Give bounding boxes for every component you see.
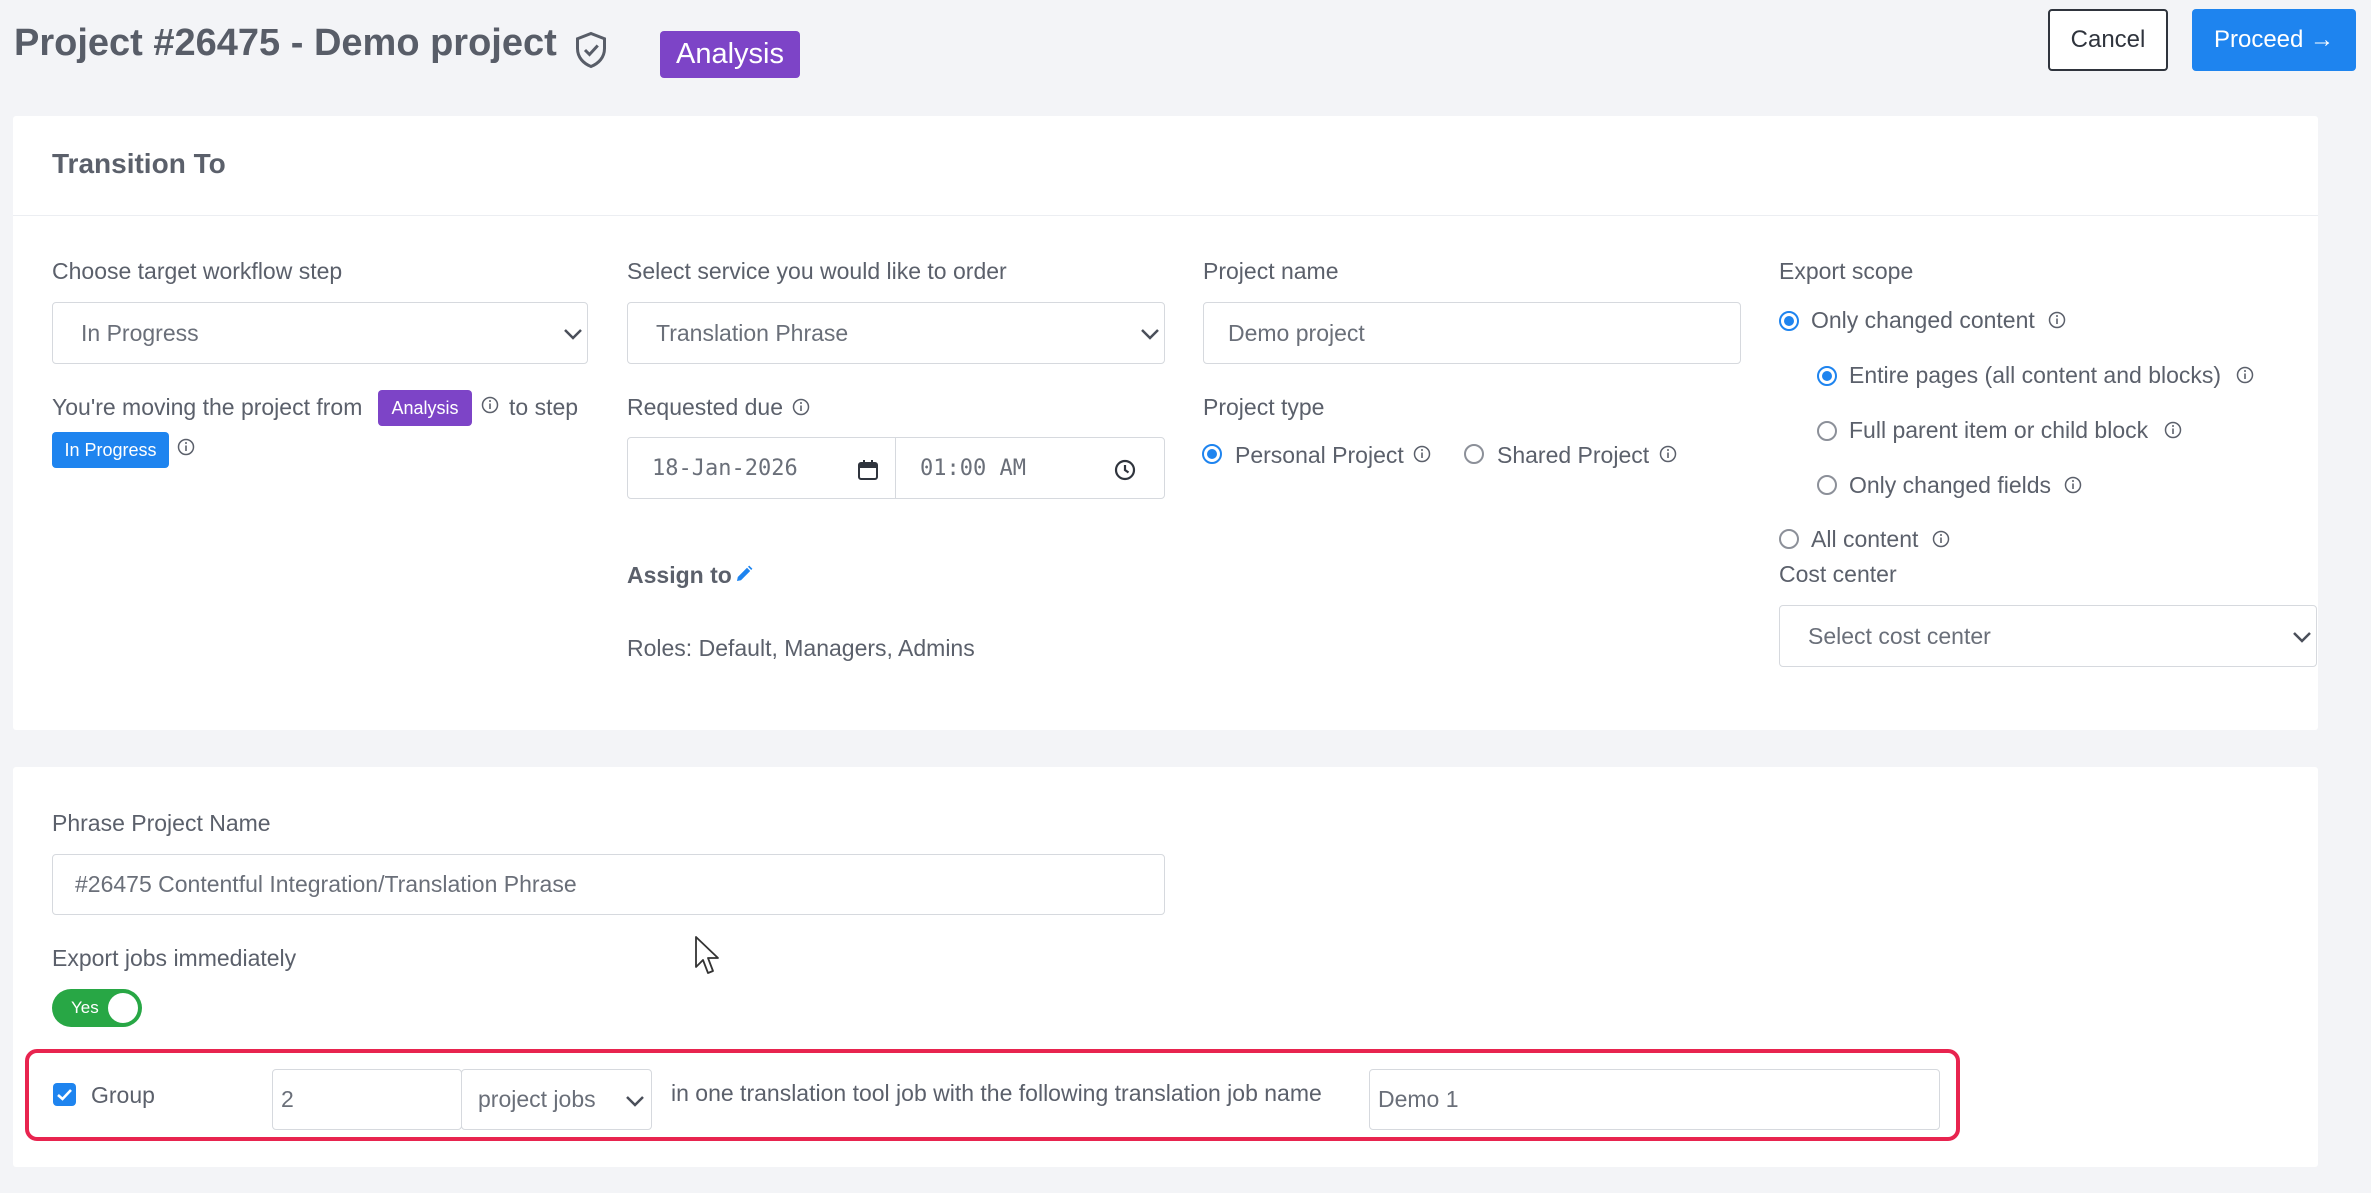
phrase-project-name-label: Phrase Project Name bbox=[52, 810, 271, 836]
chevron-down-icon bbox=[1141, 329, 1159, 340]
service-select[interactable]: Translation Phrase bbox=[627, 302, 1165, 364]
group-checkbox[interactable] bbox=[53, 1083, 76, 1106]
due-time-value: 01:00 AM bbox=[920, 455, 1026, 481]
group-description-text: in one translation tool job with the fol… bbox=[671, 1080, 1322, 1106]
shared-project-radio[interactable] bbox=[1464, 444, 1484, 464]
all-content-label: All content bbox=[1811, 526, 1919, 552]
group-count-input[interactable]: 2 bbox=[272, 1069, 462, 1130]
info-icon bbox=[792, 398, 810, 416]
full-parent-item-radio[interactable] bbox=[1817, 421, 1837, 441]
due-time-input[interactable]: 01:00 AM bbox=[895, 437, 1165, 499]
only-changed-fields-radio[interactable] bbox=[1817, 475, 1837, 495]
cost-center-select[interactable]: Select cost center bbox=[1779, 605, 2317, 667]
toggle-label: Yes bbox=[71, 998, 99, 1017]
chevron-down-icon bbox=[2293, 632, 2311, 643]
page-title: Project #26475 - Demo project bbox=[14, 22, 557, 64]
project-type-label: Project type bbox=[1203, 394, 1325, 420]
service-label: Select service you would like to order bbox=[627, 258, 1007, 284]
only-changed-fields-label: Only changed fields bbox=[1849, 472, 2052, 498]
info-icon bbox=[2048, 311, 2066, 329]
status-badge: Analysis bbox=[660, 31, 800, 78]
export-jobs-toggle[interactable]: Yes bbox=[52, 989, 142, 1027]
info-icon bbox=[481, 396, 499, 414]
workflow-step-select[interactable]: In Progress bbox=[52, 302, 588, 364]
due-date-value: 18-Jan-2026 bbox=[652, 455, 798, 481]
calendar-icon[interactable] bbox=[857, 459, 879, 481]
cost-center-label: Cost center bbox=[1779, 561, 1897, 587]
only-changed-content-radio[interactable] bbox=[1779, 311, 1799, 331]
export-scope-label: Export scope bbox=[1779, 258, 1914, 284]
cost-center-placeholder: Select cost center bbox=[1808, 622, 1991, 649]
info-icon bbox=[1932, 530, 1950, 548]
to-step-badge: In Progress bbox=[52, 432, 169, 468]
clock-icon[interactable] bbox=[1114, 459, 1136, 481]
checkmark-icon bbox=[57, 1089, 72, 1101]
personal-project-label: Personal Project bbox=[1235, 442, 1404, 468]
shared-project-label: Shared Project bbox=[1497, 442, 1650, 468]
phrase-project-name-value: #26475 Contentful Integration/Translatio… bbox=[75, 871, 577, 897]
info-icon bbox=[177, 438, 195, 456]
chevron-down-icon bbox=[626, 1096, 644, 1107]
from-step-badge: Analysis bbox=[378, 390, 472, 426]
export-jobs-label: Export jobs immediately bbox=[52, 945, 297, 971]
all-content-radio[interactable] bbox=[1779, 529, 1799, 549]
roles-text: Roles: Default, Managers, Admins bbox=[627, 635, 975, 661]
proceed-button[interactable]: Proceed → bbox=[2192, 9, 2356, 71]
assign-to-label: Assign to bbox=[627, 562, 732, 588]
full-parent-item-label: Full parent item or child block bbox=[1849, 417, 2149, 443]
due-date-input[interactable]: 18-Jan-2026 bbox=[627, 437, 896, 499]
project-name-label: Project name bbox=[1203, 258, 1339, 284]
entire-pages-radio[interactable] bbox=[1817, 366, 1837, 386]
job-name-input[interactable]: Demo 1 bbox=[1369, 1069, 1940, 1130]
moving-from-text: You're moving the project from bbox=[52, 394, 363, 420]
info-icon bbox=[2236, 366, 2254, 384]
workflow-step-label: Choose target workflow step bbox=[52, 258, 343, 284]
project-name-value: Demo project bbox=[1228, 319, 1365, 346]
shield-check-icon bbox=[576, 31, 606, 69]
only-changed-content-label: Only changed content bbox=[1811, 307, 2035, 333]
phrase-project-name-input[interactable]: #26475 Contentful Integration/Translatio… bbox=[52, 854, 1165, 915]
info-icon bbox=[2064, 476, 2082, 494]
group-unit-value: project jobs bbox=[478, 1086, 596, 1112]
info-icon bbox=[2164, 421, 2182, 439]
workflow-step-value: In Progress bbox=[81, 319, 199, 346]
chevron-down-icon bbox=[564, 329, 582, 340]
info-icon bbox=[1413, 445, 1431, 463]
cancel-button[interactable]: Cancel bbox=[2048, 9, 2168, 71]
group-unit-select[interactable]: project jobs bbox=[461, 1069, 652, 1130]
personal-project-radio[interactable] bbox=[1202, 444, 1222, 464]
requested-due-label: Requested due bbox=[627, 394, 784, 420]
service-value: Translation Phrase bbox=[656, 319, 849, 346]
project-name-input[interactable]: Demo project bbox=[1203, 302, 1741, 364]
to-step-text: to step bbox=[509, 394, 579, 420]
entire-pages-label: Entire pages (all content and blocks) bbox=[1849, 362, 2222, 388]
mouse-cursor-icon bbox=[695, 936, 719, 974]
job-name-value: Demo 1 bbox=[1378, 1086, 1459, 1112]
group-label: Group bbox=[91, 1082, 155, 1108]
transition-card-header bbox=[13, 116, 2318, 216]
group-count-value: 2 bbox=[281, 1086, 294, 1112]
info-icon bbox=[1659, 445, 1677, 463]
toggle-knob bbox=[108, 993, 138, 1023]
edit-pencil-icon[interactable] bbox=[734, 564, 754, 584]
card-title: Transition To bbox=[52, 148, 226, 179]
